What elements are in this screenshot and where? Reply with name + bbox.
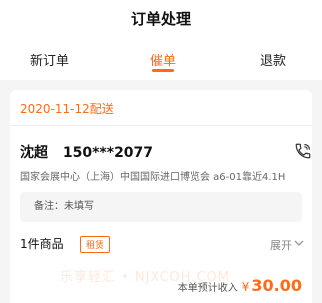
customer-info: 沈超 150***2077 [20,142,153,162]
income-amount: 30.00 [251,276,302,295]
page-title: 订单处理 [130,10,191,28]
items-count: 1件商品 [20,237,64,251]
chevron-down-icon [294,240,304,246]
divider [10,125,312,126]
tab-new-orders[interactable]: 新订单 [30,50,69,69]
items-row: 1件商品 租赁 展开 [20,235,304,255]
order-note: 备注：未填写 [20,192,302,222]
tab-reminders[interactable]: 催单 [150,50,176,69]
order-card[interactable]: 2020-11-12配送 沈超 150***2077 国家会展中心（上海）中国国… [10,90,312,303]
expand-label: 展开 [270,239,292,252]
active-tab-indicator [152,69,174,72]
tab-bar: 新订单 催单 退款 [0,50,322,74]
income-label: 本单预计收入 [177,283,238,294]
customer-name: 沈超 [20,145,48,161]
phone-icon[interactable] [294,142,312,160]
expand-button[interactable]: 展开 [270,237,304,253]
rental-tag: 租赁 [80,236,111,253]
estimated-income: 本单预计收入 ¥30.00 [178,276,302,295]
delivery-date: 2020-11-12配送 [20,102,114,116]
tab-refunds[interactable]: 退款 [260,50,286,69]
currency-symbol: ¥ [241,280,250,294]
customer-phone: 150***2077 [62,145,154,161]
top-header: 订单处理 新订单 催单 退款 [0,0,322,80]
delivery-address: 国家会展中心（上海）中国国际进口博览会 a6-01靠近4.1H [20,172,286,183]
